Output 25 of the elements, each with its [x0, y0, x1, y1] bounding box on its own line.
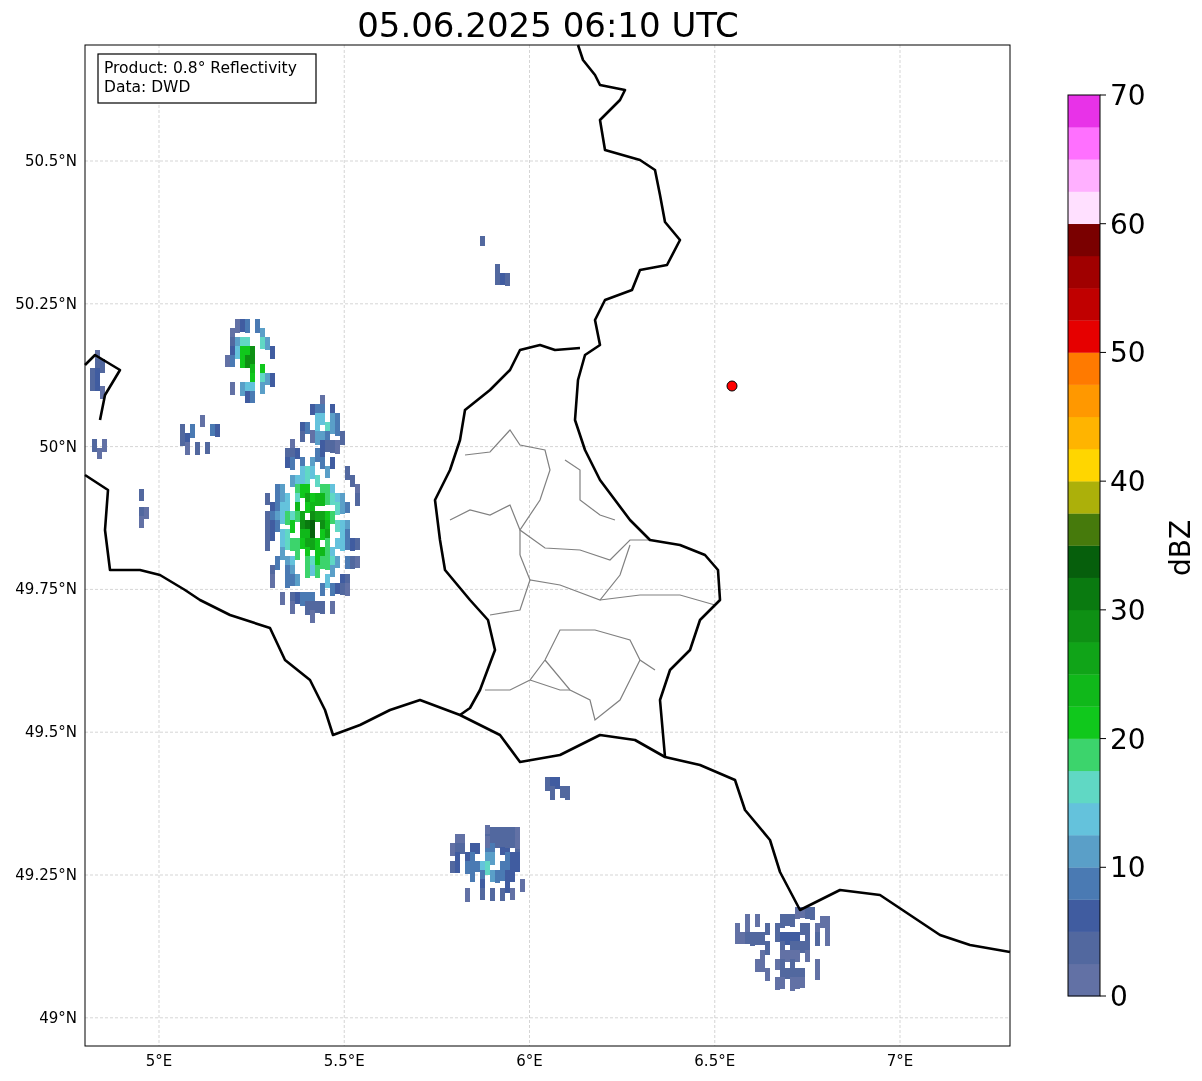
- colorbar-tick-label: 0: [1110, 980, 1128, 1013]
- axis-tick-label: 49.25°N: [15, 866, 77, 884]
- axis-tick-label: 49.5°N: [24, 723, 77, 742]
- info-box-text: Product: 0.8° Reflectivity: [104, 59, 297, 77]
- chart-title: 05.06.2025 06:10 UTC: [357, 5, 739, 45]
- axis-tick-label: 49.75°N: [15, 580, 77, 599]
- axis-tick-label: 7°E: [886, 1052, 914, 1070]
- colorbar-tick-label: 30: [1110, 593, 1146, 627]
- colorbar-tick-label: 70: [1110, 79, 1146, 112]
- axis-tick-label: 49°N: [39, 1008, 77, 1027]
- axis-tick-label: 5.5°E: [323, 1052, 365, 1070]
- colorbar-tick-label: 60: [1110, 207, 1146, 241]
- colorbar-tick-label: 20: [1110, 722, 1146, 756]
- colorbar-tick-label: 40: [1110, 465, 1146, 499]
- axis-tick-label: 50.5°N: [24, 152, 77, 170]
- info-box-text: Data: DWD: [104, 78, 191, 96]
- axis-tick-label: 6.5°E: [694, 1052, 736, 1070]
- axis-tick-label: 5°E: [145, 1052, 173, 1070]
- colorbar-tick-label: 50: [1110, 336, 1146, 370]
- axis-tick-label: 50°N: [39, 437, 77, 456]
- axis-tick-label: 50.25°N: [15, 294, 77, 313]
- axis-tick-label: 6°E: [516, 1052, 543, 1070]
- station-marker: [726, 380, 738, 392]
- colorbar-tick-label: 10: [1110, 851, 1146, 885]
- colorbar-label: dBZ: [1164, 519, 1197, 577]
